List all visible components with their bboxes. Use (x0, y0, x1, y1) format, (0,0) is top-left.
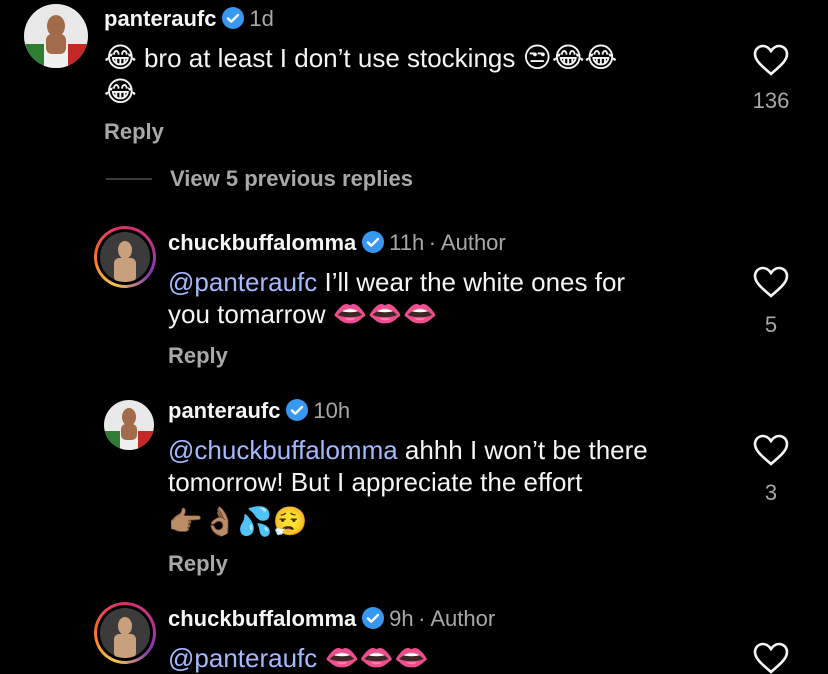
like-count: 3 (764, 480, 778, 505)
avatar[interactable] (104, 400, 154, 450)
avatar[interactable] (24, 4, 88, 68)
avatar-photo-icon (100, 608, 150, 658)
mention-link[interactable]: @panteraufc (168, 267, 317, 297)
like-heart-icon[interactable] (753, 642, 789, 674)
emoji-group: 😒😂😂 (522, 42, 618, 73)
avatar-photo-icon (24, 4, 88, 68)
author-tag: · Author (428, 230, 506, 255)
comment-time: 11h (389, 230, 425, 255)
comment-text: you tomarrow (168, 299, 326, 329)
mention-link[interactable]: @chuckbuffalomma (168, 435, 398, 465)
view-previous-replies-button[interactable]: View 5 previous replies (170, 166, 413, 192)
comment-text: bro at least I don’t use stockings (143, 43, 516, 73)
comment-time: 10h (313, 398, 351, 423)
verified-badge-icon (361, 607, 384, 629)
emoji-laughing: 😂 (104, 76, 137, 107)
reply-button[interactable]: Reply (168, 343, 228, 369)
like-count: 136 (752, 88, 790, 113)
emoji-laughing: 😂 (104, 42, 137, 73)
comment-text: tomorrow! But I appreciate the effort (168, 467, 583, 497)
comment-username[interactable]: chuckbuffalomma (168, 606, 356, 631)
like-heart-icon[interactable] (753, 434, 789, 466)
comment-username[interactable]: panteraufc (168, 398, 280, 423)
avatar[interactable] (100, 608, 150, 658)
verified-badge-icon (285, 399, 308, 421)
emoji-group: 👄👄👄 (332, 298, 438, 329)
comment-time: 9h (389, 606, 414, 631)
comment-text-block: 😂 bro at least I don’t use stockings 😒😂😂 (104, 42, 724, 74)
avatar-photo-icon (100, 232, 150, 282)
like-count: 5 (764, 312, 778, 337)
reply-button[interactable]: Reply (168, 551, 228, 577)
verified-badge-icon (221, 7, 244, 29)
divider (106, 178, 152, 180)
emoji-group: 👄👄👄 (324, 642, 430, 673)
avatar[interactable] (100, 232, 150, 282)
like-heart-icon[interactable] (753, 44, 789, 76)
emoji-group: 👉🏽👌🏽💦😮‍💨 (168, 506, 308, 537)
like-heart-icon[interactable] (753, 266, 789, 298)
comment-text: ahhh I won’t be there (397, 435, 648, 465)
comment-time: 1d (249, 6, 274, 31)
avatar-photo-icon (104, 400, 154, 450)
comment-username[interactable]: panteraufc (104, 6, 216, 31)
comment-username[interactable]: chuckbuffalomma (168, 230, 356, 255)
verified-badge-icon (361, 231, 384, 253)
reply-button[interactable]: Reply (104, 119, 164, 145)
author-tag: · Author (418, 606, 496, 631)
comment-text: I’ll wear the white ones for (317, 267, 626, 297)
